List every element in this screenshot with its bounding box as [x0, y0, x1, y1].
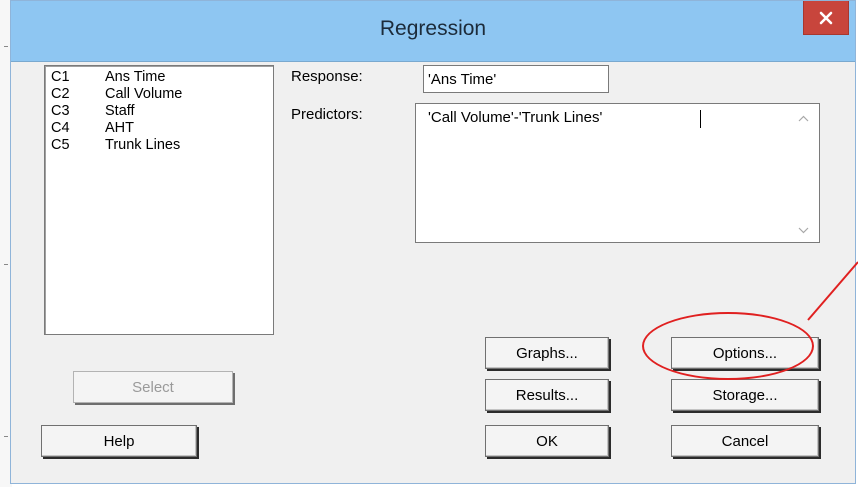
graphs-button[interactable]: Graphs...	[485, 337, 609, 369]
variable-code: C2	[51, 86, 70, 102]
variable-name: Call Volume	[105, 86, 183, 102]
response-label: Response:	[291, 68, 363, 85]
results-button[interactable]: Results...	[485, 379, 609, 411]
close-button[interactable]	[803, 1, 849, 35]
variable-code: C1	[51, 69, 70, 85]
predictors-textarea[interactable]: 'Call Volume'-'Trunk Lines'	[415, 103, 820, 243]
variable-name: Ans Time	[105, 69, 166, 85]
variable-code: C4	[51, 120, 70, 136]
response-input[interactable]: 'Ans Time'	[423, 65, 609, 93]
help-button[interactable]: Help	[41, 425, 197, 457]
ok-button[interactable]: OK	[485, 425, 609, 457]
close-icon	[819, 11, 833, 24]
background-tick	[4, 46, 8, 47]
predictors-label: Predictors:	[291, 106, 363, 123]
dialog-content: C1 Ans Time C2 Call Volume C3 Staff C4 A…	[11, 61, 855, 485]
select-button[interactable]: Select	[73, 371, 233, 403]
annotation-circle	[642, 312, 814, 380]
variable-name: Staff	[105, 103, 135, 119]
variable-code: C5	[51, 137, 70, 153]
background-tick	[4, 436, 8, 437]
variable-name: AHT	[105, 120, 134, 136]
variable-code: C3	[51, 103, 70, 119]
variable-list[interactable]: C1 Ans Time C2 Call Volume C3 Staff C4 A…	[44, 65, 274, 335]
background-tick	[4, 264, 8, 265]
regression-dialog: Regression C1 Ans Time C2 Call Volume C3…	[10, 0, 856, 484]
text-caret	[700, 110, 701, 128]
storage-button[interactable]: Storage...	[671, 379, 819, 411]
title-bar[interactable]: Regression	[11, 1, 855, 62]
chevron-down-icon[interactable]	[798, 227, 809, 234]
variable-name: Trunk Lines	[105, 137, 181, 153]
cancel-button[interactable]: Cancel	[671, 425, 819, 457]
window-title: Regression	[379, 17, 487, 40]
chevron-up-icon[interactable]	[798, 115, 809, 122]
predictors-value: 'Call Volume'-'Trunk Lines'	[428, 109, 603, 126]
